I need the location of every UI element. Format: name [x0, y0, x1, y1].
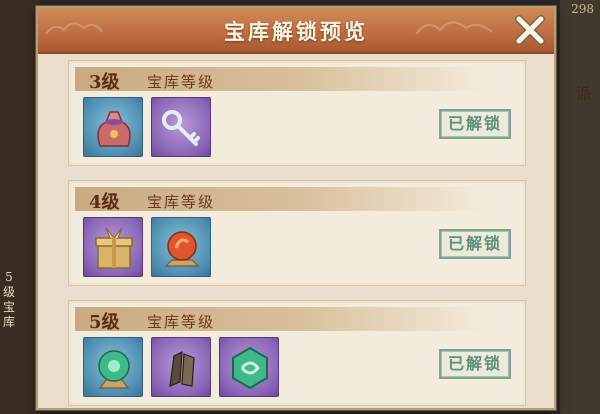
unlocked-stamp: 已解锁 — [439, 229, 511, 259]
background-counter: 298 — [571, 2, 594, 16]
close-icon — [515, 15, 545, 45]
pouch-icon — [97, 111, 131, 147]
reward-item[interactable] — [151, 97, 211, 157]
reward-item[interactable] — [83, 97, 143, 157]
jade-orb-icon — [98, 350, 130, 389]
level-number: 4级 — [89, 192, 120, 213]
level-header: 4级 宝库等级 — [75, 187, 485, 213]
reward-item[interactable] — [151, 337, 211, 397]
close-button[interactable] — [512, 12, 548, 48]
reward-item[interactable] — [83, 217, 143, 277]
reward-item[interactable] — [151, 217, 211, 277]
background-text: 派 — [575, 84, 592, 103]
unlocked-stamp: 已解锁 — [439, 109, 511, 139]
level-card-3: 3级 宝库等级 已解锁 — [68, 60, 526, 166]
level-card-5: 5级 宝库等级 已解锁 — [68, 300, 526, 406]
fire-orb-icon — [164, 231, 200, 267]
jade-token-icon — [232, 346, 268, 390]
level-header: 3级 宝库等级 — [75, 67, 485, 93]
level-header: 5级 宝库等级 — [75, 307, 485, 333]
vault-unlock-preview-dialog: 宝库解锁预览 3级 宝库等级 已解锁 4级 宝库等级 已解锁 5级 宝库等级 已… — [36, 6, 556, 410]
key-icon — [162, 110, 200, 146]
reward-item[interactable] — [219, 337, 279, 397]
level-label: 宝库等级 — [147, 193, 216, 211]
level-label: 宝库等级 — [147, 73, 216, 91]
dialog-title: 宝库解锁预览 — [224, 19, 368, 44]
dialog-header: 宝库解锁预览 — [38, 8, 554, 54]
level-number: 5级 — [89, 312, 120, 333]
ore-shards-icon — [169, 350, 195, 387]
unlocked-stamp: 已解锁 — [439, 349, 511, 379]
gift-box-icon — [95, 227, 133, 269]
background-side-label: 5级宝库 — [2, 270, 15, 329]
level-card-4: 4级 宝库等级 已解锁 — [68, 180, 526, 286]
level-label: 宝库等级 — [147, 313, 216, 331]
level-number: 3级 — [89, 72, 120, 93]
reward-item[interactable] — [83, 337, 143, 397]
